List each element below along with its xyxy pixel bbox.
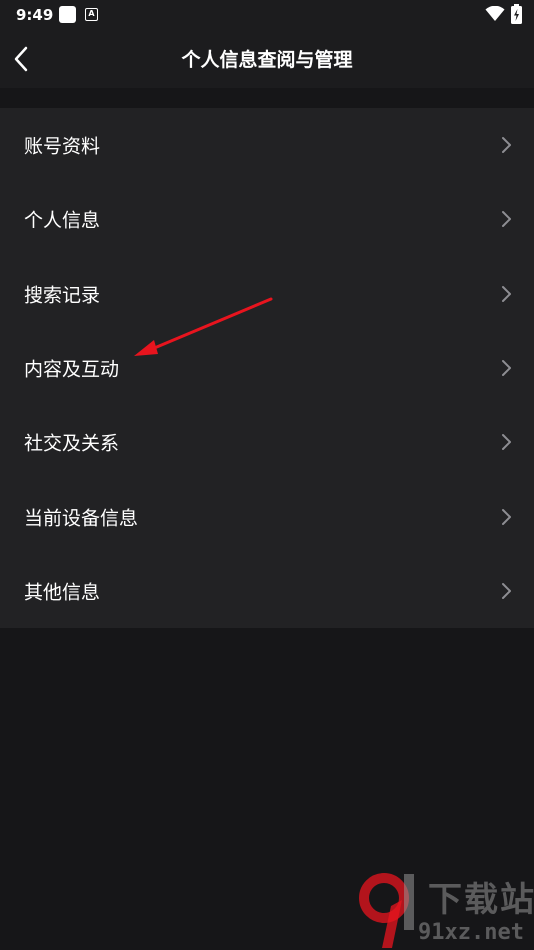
chevron-right-icon — [502, 360, 511, 377]
chevron-right-icon — [502, 508, 511, 525]
menu-item-account-profile[interactable]: 账号资料 — [0, 108, 534, 182]
chevron-right-icon — [502, 285, 511, 302]
watermark-title: 下载站 — [428, 880, 534, 920]
watermark-logo-icon — [359, 873, 414, 948]
nav-bar: 个人信息查阅与管理 — [0, 30, 534, 88]
menu-item-search-history[interactable]: 搜索记录 — [0, 257, 534, 331]
menu-item-other-info[interactable]: 其他信息 — [0, 554, 534, 628]
battery-charging-icon — [511, 4, 522, 24]
page-title: 个人信息查阅与管理 — [181, 49, 353, 71]
menu-item-label: 内容及互动 — [24, 358, 120, 381]
menu-item-content-interaction[interactable]: 内容及互动 — [0, 331, 534, 405]
menu-item-label: 社交及关系 — [24, 432, 120, 455]
watermark-domain: 91xz.net — [418, 920, 524, 945]
notification-square-icon — [59, 6, 76, 23]
status-time: 9:49 — [16, 6, 54, 24]
menu-item-label: 个人信息 — [24, 209, 101, 232]
chevron-right-icon — [502, 434, 511, 451]
menu-item-personal-info[interactable]: 个人信息 — [0, 182, 534, 256]
menu-item-label: 账号资料 — [24, 135, 101, 158]
chevron-right-icon — [502, 582, 511, 599]
status-icons — [485, 4, 522, 24]
menu-item-label: 当前设备信息 — [24, 507, 139, 530]
watermark: 下载站 91xz.net — [358, 868, 534, 950]
menu-item-label: 其他信息 — [24, 581, 101, 604]
wifi-icon — [485, 6, 505, 21]
chevron-right-icon — [502, 137, 511, 154]
menu-item-label: 搜索记录 — [24, 284, 101, 307]
menu-item-current-device[interactable]: 当前设备信息 — [0, 479, 534, 553]
menu-list: 账号资料 个人信息 搜索记录 内容及互动 社交及关系 当前设备信息 其他信息 — [0, 108, 534, 628]
chevron-right-icon — [502, 211, 511, 228]
notification-badge-icon: A — [85, 8, 98, 21]
menu-item-social-relations[interactable]: 社交及关系 — [0, 405, 534, 479]
status-bar: 9:49 A — [0, 0, 534, 30]
